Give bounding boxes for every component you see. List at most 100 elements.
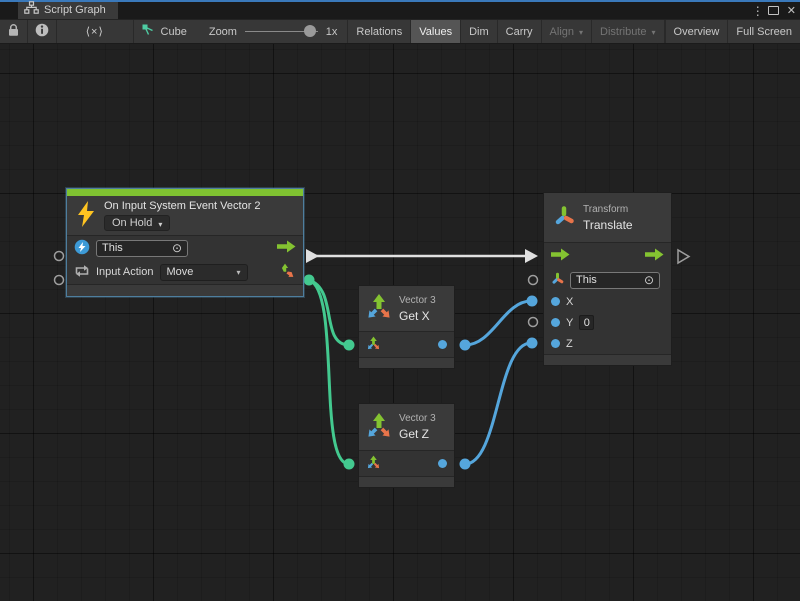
carry-label: Carry (506, 26, 533, 38)
vector2-output-icon (280, 263, 296, 282)
zoom-control: Zoom 1x (195, 20, 349, 43)
getx-output-dot[interactable] (460, 340, 471, 351)
graph-toolbar: ⟨×⟩ Cube Zoom 1x Relations Values Dim Ca… (0, 19, 800, 44)
info-icon (35, 23, 49, 40)
relations-label: Relations (356, 26, 402, 38)
event-node-header[interactable]: On Input System Event Vector 2 On Hold ▾ (67, 196, 303, 236)
event-target-field[interactable]: This ⊙ (96, 240, 188, 257)
vector3-icon (365, 412, 393, 443)
event-target-port[interactable] (55, 252, 64, 261)
getz-input-dot[interactable] (344, 459, 355, 470)
y-value-input[interactable]: 0 (579, 315, 594, 330)
getx-node-title: Get X (399, 309, 436, 323)
translate-y-row: Y 0 (544, 312, 671, 333)
float-wire-getz-to-z (465, 343, 531, 464)
chevron-down-icon: ▾ (579, 28, 583, 37)
script-graph-icon (24, 1, 39, 20)
x-port-dot[interactable] (551, 297, 560, 306)
getz-result-port-dot[interactable] (438, 459, 447, 468)
translate-node-title: Translate (583, 218, 633, 232)
node-vector3-get-z[interactable]: Vector 3 Get Z (358, 403, 455, 488)
translate-flow-out-port[interactable] (678, 250, 689, 263)
carry-button[interactable]: Carry (498, 20, 542, 43)
chevron-down-icon: ▾ (236, 268, 240, 277)
graph-asset-icon (142, 24, 156, 40)
node-transform-translate[interactable]: Transform Translate Thi (543, 192, 672, 366)
code-preview-button[interactable]: ⟨×⟩ (57, 20, 134, 43)
getz-node-title: Get Z (399, 427, 436, 441)
maximize-icon[interactable] (768, 6, 779, 15)
chevron-down-icon: ▾ (652, 28, 656, 37)
input-action-dropdown[interactable]: Move ▾ (160, 264, 248, 281)
flow-wire-start-arrow (306, 249, 319, 263)
translate-z-row: Z (544, 333, 671, 354)
getx-result-port-dot[interactable] (438, 340, 447, 349)
values-button[interactable]: Values (411, 20, 461, 43)
getx-body-row (359, 332, 454, 357)
object-picker-icon[interactable]: ⊙ (172, 242, 182, 254)
info-button[interactable] (28, 20, 57, 43)
distribute-label: Distribute (600, 26, 646, 38)
z-port-dot[interactable] (551, 339, 560, 348)
vector3-mini-icon (366, 455, 381, 473)
translate-target-value: This (576, 274, 597, 286)
event-action-row: Input Action Move ▾ (67, 260, 303, 284)
translate-x-port-dot[interactable] (527, 296, 538, 307)
vector2-output-dot[interactable] (304, 275, 315, 286)
translate-target-field[interactable]: This ⊙ (570, 272, 660, 289)
distribute-button[interactable]: Distribute ▾ (592, 20, 664, 43)
node-on-input-system-event[interactable]: On Input System Event Vector 2 On Hold ▾… (66, 188, 304, 297)
getx-node-header[interactable]: Vector 3 Get X (359, 286, 454, 332)
graph-name-label: Cube (161, 26, 187, 38)
close-icon[interactable]: ✕ (787, 4, 796, 17)
graph-canvas[interactable]: On Input System Event Vector 2 On Hold ▾… (0, 44, 800, 601)
relations-button[interactable]: Relations (348, 20, 411, 43)
event-accent-bar (67, 189, 303, 196)
getx-node-category: Vector 3 (399, 295, 436, 306)
event-mode-dropdown[interactable]: On Hold ▾ (104, 215, 170, 231)
transform-mini-icon (551, 272, 564, 288)
lock-button[interactable] (0, 20, 28, 43)
zoom-label: Zoom (209, 26, 237, 38)
input-action-label: Input Action (96, 266, 154, 278)
getz-output-dot[interactable] (460, 459, 471, 470)
flow-wire-end-arrow (525, 249, 538, 263)
translate-flow-row (544, 243, 671, 269)
event-target-icon (74, 239, 90, 258)
getx-input-dot[interactable] (344, 340, 355, 351)
tab-label: Script Graph (44, 2, 106, 19)
translate-node-footer (544, 354, 671, 365)
translate-y-port[interactable] (529, 318, 538, 327)
translate-target-port[interactable] (529, 276, 538, 285)
y-port-label: Y (566, 317, 573, 329)
getz-node-category: Vector 3 (399, 413, 436, 424)
x-port-label: X (566, 296, 573, 308)
event-node-footer (67, 284, 303, 296)
flow-out-arrow-icon (277, 240, 296, 256)
translate-node-header[interactable]: Transform Translate (544, 193, 671, 243)
tab-script-graph[interactable]: Script Graph (18, 2, 118, 19)
event-node-title: On Input System Event Vector 2 (104, 200, 261, 212)
zoom-slider-track[interactable] (245, 31, 318, 32)
event-mode-value: On Hold (112, 217, 152, 229)
align-button[interactable]: Align ▾ (542, 20, 592, 43)
kebab-menu-icon[interactable]: ⋮ (752, 4, 760, 18)
translate-z-port-dot[interactable] (527, 338, 538, 349)
overview-button[interactable]: Overview (666, 20, 729, 43)
transform-icon (553, 205, 575, 230)
object-picker-icon[interactable]: ⊙ (644, 274, 654, 286)
flow-in-arrow-icon (551, 248, 570, 264)
graph-reference[interactable]: Cube (134, 20, 195, 43)
translate-node-category: Transform (583, 204, 633, 215)
full-screen-button[interactable]: Full Screen (728, 20, 800, 43)
zoom-slider-knob[interactable] (304, 25, 316, 37)
window-controls: ⋮ ✕ (752, 2, 796, 19)
getz-body-row (359, 451, 454, 476)
node-vector3-get-x[interactable]: Vector 3 Get X (358, 285, 455, 369)
y-port-dot[interactable] (551, 318, 560, 327)
script-graph-window: Script Graph ⋮ ✕ ⟨×⟩ Cube Z (0, 0, 800, 601)
event-action-port[interactable] (55, 276, 64, 285)
getz-node-header[interactable]: Vector 3 Get Z (359, 404, 454, 451)
chevron-down-icon: ▾ (158, 220, 162, 229)
dim-button[interactable]: Dim (461, 20, 498, 43)
